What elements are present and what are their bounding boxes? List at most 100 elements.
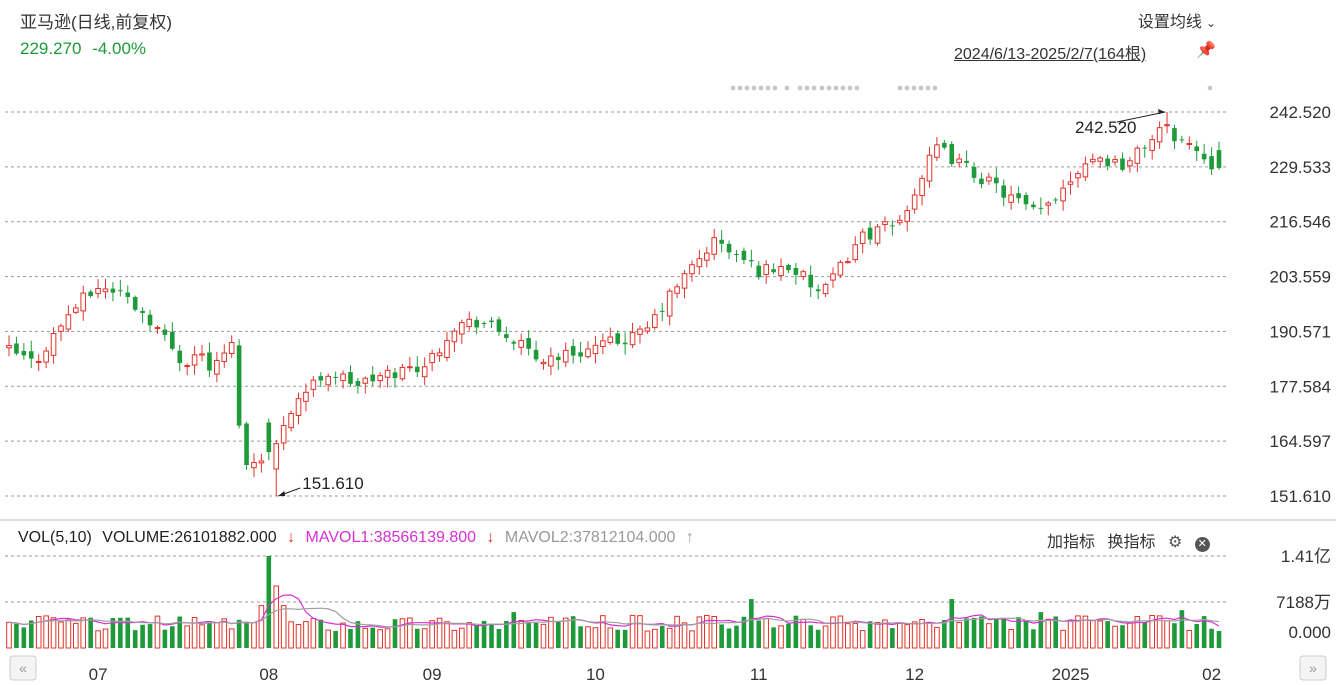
candle-body <box>43 350 49 363</box>
candle-body <box>88 291 93 297</box>
event-marker <box>797 85 803 91</box>
candle-up <box>466 311 473 331</box>
candle-up <box>384 365 391 388</box>
volume-bar <box>288 621 294 649</box>
x-tick-label: 11 <box>750 665 768 684</box>
candle-up <box>1008 185 1014 210</box>
volume-bar <box>451 629 458 649</box>
event-marker <box>811 85 817 91</box>
candle-body <box>1031 204 1036 208</box>
volume-bar <box>711 616 718 649</box>
candle-body <box>526 338 531 349</box>
volume-bar <box>1008 629 1014 649</box>
candle-body <box>771 269 776 273</box>
volume-bar <box>570 616 576 648</box>
candle-body <box>399 366 406 380</box>
volume-bar <box>258 605 265 649</box>
candle-down <box>867 221 873 245</box>
candle-body <box>741 250 747 261</box>
candle-body <box>80 292 87 312</box>
candle-up <box>325 373 332 392</box>
candle-down <box>348 365 353 387</box>
candle-down <box>21 343 27 360</box>
candle-body <box>1201 153 1207 160</box>
candle-body <box>689 264 695 275</box>
candle-up <box>592 335 599 364</box>
candle-body <box>890 225 895 227</box>
candle-body <box>756 265 762 278</box>
candle-up <box>1090 153 1096 165</box>
y-tick-label: 151.610 <box>1270 487 1331 506</box>
candle-down <box>481 321 487 328</box>
volume-bar <box>749 599 754 648</box>
volume-bar <box>734 625 739 648</box>
candle-up <box>874 223 881 246</box>
event-marker <box>918 85 924 91</box>
volume-bar <box>726 628 732 648</box>
volume-bar <box>244 623 249 648</box>
candle-body <box>266 422 272 453</box>
volume-bar <box>696 616 703 649</box>
volume-bar <box>95 630 101 649</box>
candle-body <box>556 356 561 361</box>
candle-down <box>726 240 732 260</box>
volume-bar <box>474 624 479 648</box>
candle-body <box>1045 202 1052 206</box>
event-marker <box>826 85 832 91</box>
candle-up <box>288 410 294 432</box>
candle-body <box>318 376 324 381</box>
volume-bar <box>236 619 242 648</box>
candle-up <box>1149 134 1155 160</box>
min-label: 151.610 <box>302 474 363 493</box>
volume-bar <box>399 618 406 649</box>
candle-body <box>919 177 925 197</box>
candle-body <box>50 333 57 356</box>
candle-body <box>251 462 257 469</box>
volume-bar <box>1172 623 1177 648</box>
volume-bar <box>28 620 34 648</box>
candle-body <box>518 339 525 348</box>
volume-bar <box>444 621 450 649</box>
volume-ma-lines <box>8 594 1220 628</box>
volume-bar <box>763 618 769 649</box>
candle-body <box>1067 181 1074 185</box>
candle-up <box>548 347 554 376</box>
volume-bar <box>80 617 87 649</box>
candle-down <box>1179 135 1185 144</box>
candle-down <box>749 249 754 268</box>
candle-down <box>1016 186 1021 204</box>
volume-bar <box>808 625 814 648</box>
candle-body <box>421 366 428 378</box>
volume-bar <box>852 622 859 649</box>
volume-bar <box>659 625 665 648</box>
candle-body <box>674 286 680 294</box>
double-chevron-right-icon: » <box>1309 660 1317 676</box>
y-tick-label: 229.533 <box>1270 158 1331 177</box>
candle-body <box>548 355 554 367</box>
candle-up <box>43 346 49 368</box>
x-tick-label: 12 <box>905 665 924 684</box>
volume-bar <box>986 623 992 649</box>
volume-bar <box>830 616 836 649</box>
volume-bar <box>333 630 338 648</box>
candle-body <box>800 271 807 278</box>
volume-bar <box>348 629 353 648</box>
volume-bar <box>994 618 999 648</box>
volume-bar <box>162 629 168 648</box>
volume-bar <box>911 621 918 649</box>
event-marker <box>840 85 846 91</box>
candle-down <box>719 230 724 253</box>
volume-bar <box>890 628 895 648</box>
volume-bar <box>325 629 332 649</box>
event-marker <box>819 85 825 91</box>
candle-down <box>140 307 145 324</box>
price-axis: 242.520 229.533 216.546 203.559 190.571 177.5… <box>1270 103 1331 506</box>
candle-body <box>585 348 591 358</box>
candle-body <box>956 158 962 164</box>
volume-bar <box>942 619 947 648</box>
candle-down <box>793 263 799 285</box>
volume-bar <box>622 629 628 648</box>
volume-bar <box>815 629 821 648</box>
candle-body <box>696 258 703 268</box>
candle-body <box>793 268 799 275</box>
